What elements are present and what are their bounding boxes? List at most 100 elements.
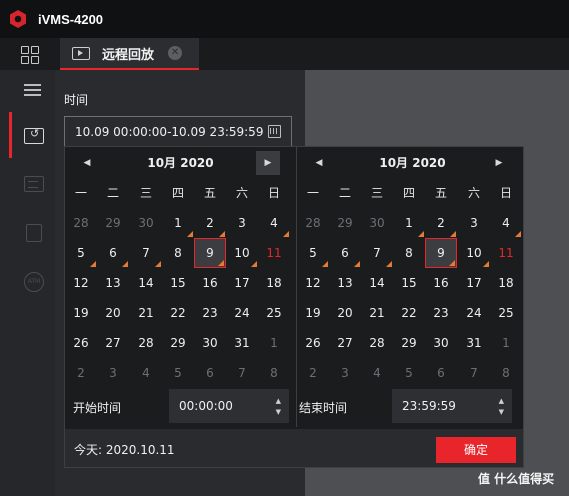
calendar-day[interactable]: 11 xyxy=(258,238,290,268)
calendar-day[interactable]: 1 xyxy=(162,208,194,238)
calendar-day[interactable]: 4 xyxy=(258,208,290,238)
calendar-day[interactable]: 27 xyxy=(97,328,129,358)
calendar-day[interactable]: 29 xyxy=(329,208,361,238)
calendar-day[interactable]: 9 xyxy=(194,238,226,268)
calendar-day[interactable]: 28 xyxy=(65,208,97,238)
calendar-day[interactable]: 30 xyxy=(361,208,393,238)
calendar-day[interactable]: 28 xyxy=(361,328,393,358)
end-time-spinner[interactable]: 23:59:59 ▲ ▼ xyxy=(392,389,512,423)
calendar-day[interactable]: 21 xyxy=(130,298,162,328)
calendar-day[interactable]: 28 xyxy=(130,328,162,358)
calendar-day[interactable]: 18 xyxy=(490,268,522,298)
menu-icon[interactable] xyxy=(24,84,41,96)
start-time-spinner[interactable]: 00:00:00 ▲ ▼ xyxy=(169,389,289,423)
calendar-day[interactable]: 24 xyxy=(458,298,490,328)
calendar-day[interactable]: 21 xyxy=(361,298,393,328)
calendar-day[interactable]: 4 xyxy=(490,208,522,238)
calendar-day[interactable]: 20 xyxy=(329,298,361,328)
time-range-input[interactable]: 10.09 00:00:00-10.09 23:59:59 xyxy=(64,116,292,147)
calendar-day[interactable]: 16 xyxy=(425,268,457,298)
calendar-day[interactable]: 8 xyxy=(490,358,522,388)
decrement-icon[interactable]: ▼ xyxy=(276,408,281,416)
calendar-day[interactable]: 12 xyxy=(297,268,329,298)
atm-icon[interactable]: ATM xyxy=(24,272,44,292)
calendar-day[interactable]: 2 xyxy=(425,208,457,238)
calendar-day[interactable]: 2 xyxy=(65,358,97,388)
calendar-day[interactable]: 23 xyxy=(425,298,457,328)
decrement-icon[interactable]: ▼ xyxy=(499,408,504,416)
calendar-day[interactable]: 6 xyxy=(329,238,361,268)
calendar-day[interactable]: 19 xyxy=(297,298,329,328)
calendar-day[interactable]: 25 xyxy=(258,298,290,328)
calendar-day[interactable]: 27 xyxy=(329,328,361,358)
calendar-day[interactable]: 8 xyxy=(258,358,290,388)
calendar-day[interactable]: 10 xyxy=(226,238,258,268)
calendar-day[interactable]: 15 xyxy=(162,268,194,298)
calendar-day[interactable]: 18 xyxy=(258,268,290,298)
calendar-day[interactable]: 30 xyxy=(425,328,457,358)
calendar-icon[interactable] xyxy=(268,125,281,138)
calendar-day[interactable]: 5 xyxy=(65,238,97,268)
calendar-day[interactable]: 13 xyxy=(329,268,361,298)
today-label[interactable]: 今天: 2020.10.11 xyxy=(74,441,175,458)
calendar-day[interactable]: 30 xyxy=(194,328,226,358)
calendar-day[interactable]: 26 xyxy=(297,328,329,358)
calendar-day[interactable]: 6 xyxy=(425,358,457,388)
calendar-day[interactable]: 7 xyxy=(458,358,490,388)
calendar-day[interactable]: 26 xyxy=(65,328,97,358)
calendar-day[interactable]: 29 xyxy=(162,328,194,358)
calendar-day[interactable]: 9 xyxy=(425,238,457,268)
calendar-day[interactable]: 23 xyxy=(194,298,226,328)
calendar-day[interactable]: 2 xyxy=(297,358,329,388)
calendar-day[interactable]: 7 xyxy=(130,238,162,268)
grid-icon[interactable] xyxy=(21,46,39,64)
remote-playback-icon[interactable] xyxy=(24,127,44,144)
calendar-day[interactable]: 3 xyxy=(97,358,129,388)
calendar-day[interactable]: 19 xyxy=(65,298,97,328)
calendar-day[interactable]: 31 xyxy=(458,328,490,358)
calendar-day[interactable]: 2 xyxy=(194,208,226,238)
calendar-day[interactable]: 22 xyxy=(393,298,425,328)
calendar-day[interactable]: 25 xyxy=(490,298,522,328)
calendar-day[interactable]: 5 xyxy=(162,358,194,388)
increment-icon[interactable]: ▲ xyxy=(276,397,281,405)
calendar-day[interactable]: 17 xyxy=(226,268,258,298)
calendar-day[interactable]: 8 xyxy=(162,238,194,268)
calendar-day[interactable]: 20 xyxy=(97,298,129,328)
calendar-day[interactable]: 17 xyxy=(458,268,490,298)
calendar-day[interactable]: 29 xyxy=(97,208,129,238)
calendar-day[interactable]: 3 xyxy=(458,208,490,238)
calendar-day[interactable]: 6 xyxy=(97,238,129,268)
calendar-day[interactable]: 10 xyxy=(458,238,490,268)
calendar-day[interactable]: 14 xyxy=(361,268,393,298)
calendar-day[interactable]: 13 xyxy=(97,268,129,298)
calendar-day[interactable]: 15 xyxy=(393,268,425,298)
next-month-icon[interactable]: ▶ xyxy=(487,151,511,175)
calendar-day[interactable]: 4 xyxy=(130,358,162,388)
calendar-day[interactable]: 31 xyxy=(226,328,258,358)
calendar-day[interactable]: 4 xyxy=(361,358,393,388)
calendar-day[interactable]: 7 xyxy=(361,238,393,268)
calendar-day[interactable]: 30 xyxy=(130,208,162,238)
calendar-day[interactable]: 28 xyxy=(297,208,329,238)
calendar-day[interactable]: 1 xyxy=(490,328,522,358)
calendar-day[interactable]: 16 xyxy=(194,268,226,298)
calendar-day[interactable]: 7 xyxy=(226,358,258,388)
tab-remote-playback[interactable]: 远程回放 ✕ xyxy=(60,38,199,70)
calendar-day[interactable]: 3 xyxy=(329,358,361,388)
calendar-day[interactable]: 8 xyxy=(393,238,425,268)
calendar-day[interactable]: 5 xyxy=(393,358,425,388)
device-icon[interactable] xyxy=(26,224,42,242)
confirm-button[interactable]: 确定 xyxy=(436,437,516,463)
calendar-day[interactable]: 3 xyxy=(226,208,258,238)
calendar-day[interactable]: 1 xyxy=(393,208,425,238)
calendar-day[interactable]: 12 xyxy=(65,268,97,298)
next-month-icon[interactable]: ▶ xyxy=(256,151,280,175)
calendar-day[interactable]: 22 xyxy=(162,298,194,328)
calendar-day[interactable]: 1 xyxy=(258,328,290,358)
calendar-day[interactable]: 5 xyxy=(297,238,329,268)
calendar-day[interactable]: 14 xyxy=(130,268,162,298)
calendar-day[interactable]: 6 xyxy=(194,358,226,388)
close-icon[interactable]: ✕ xyxy=(168,46,183,60)
calendar-day[interactable]: 24 xyxy=(226,298,258,328)
